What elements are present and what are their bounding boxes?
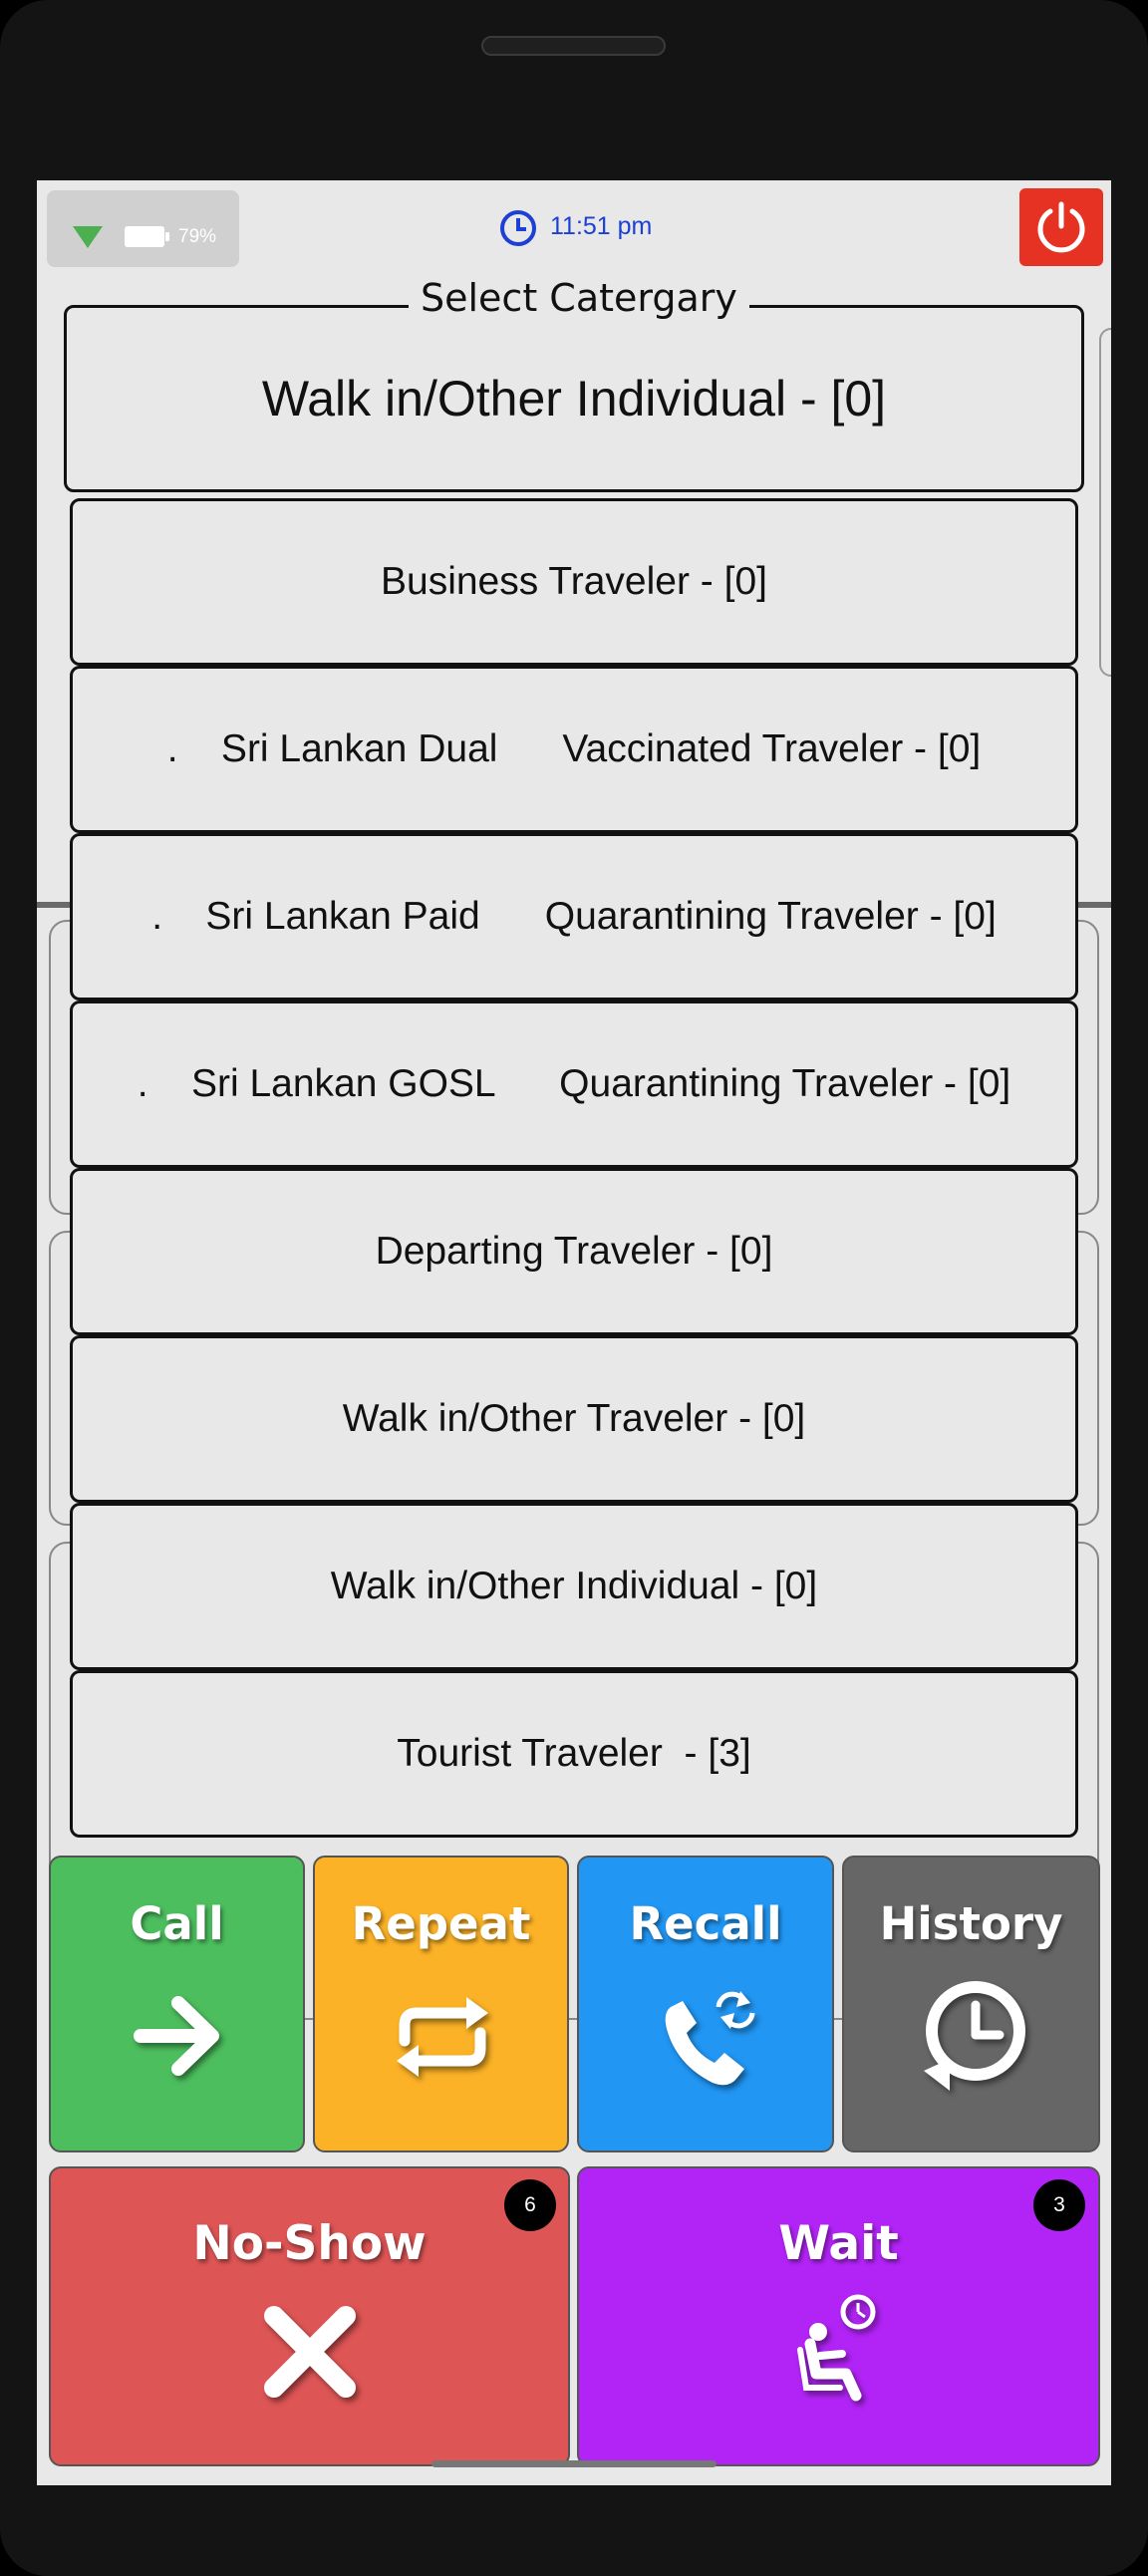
battery-percent: 79% bbox=[178, 226, 217, 247]
arrow-right-icon bbox=[134, 1996, 219, 2076]
app-screen: 79% 11:51 pm Walk in/Other Individual - … bbox=[37, 180, 1111, 2485]
category-option[interactable]: Departing Traveler - [0] bbox=[70, 1168, 1078, 1335]
speaker-grille bbox=[481, 36, 666, 56]
phone-refresh-icon bbox=[665, 1991, 755, 2086]
history-clock-icon bbox=[924, 1981, 1025, 2091]
category-select-value: Walk in/Other Individual - [0] bbox=[261, 371, 887, 427]
category-option[interactable]: Business Traveler - [0] bbox=[70, 498, 1078, 666]
category-option[interactable]: . Sri Lankan GOSL Quarantining Traveler … bbox=[70, 1001, 1078, 1168]
power-icon bbox=[1037, 201, 1085, 253]
category-option[interactable]: Walk in/Other Individual - [0] bbox=[70, 1503, 1078, 1670]
no-show-label: No-Show bbox=[192, 2216, 427, 2271]
call-button[interactable]: Call bbox=[49, 1856, 305, 2152]
no-show-button[interactable]: No-Show 6 bbox=[49, 2166, 570, 2466]
category-option[interactable]: Walk in/Other Traveler - [0] bbox=[70, 1335, 1078, 1503]
category-select-label: Select Catergary bbox=[409, 276, 749, 320]
repeat-icon bbox=[397, 1997, 488, 2077]
no-show-count-badge: 6 bbox=[504, 2179, 556, 2231]
recall-label: Recall bbox=[629, 1897, 782, 1950]
power-button[interactable] bbox=[1019, 188, 1103, 266]
category-option[interactable]: Tourist Traveler - [3] bbox=[70, 1670, 1078, 1838]
device-frame: 79% 11:51 pm Walk in/Other Individual - … bbox=[0, 0, 1148, 2576]
close-icon bbox=[264, 2306, 356, 2398]
call-label: Call bbox=[130, 1897, 224, 1950]
clock-icon bbox=[500, 210, 536, 246]
repeat-label: Repeat bbox=[351, 1897, 531, 1950]
wifi-icon bbox=[73, 226, 103, 248]
category-option[interactable]: . Sri Lankan Paid Quarantining Traveler … bbox=[70, 833, 1078, 1001]
wait-label: Wait bbox=[778, 2216, 899, 2271]
history-button[interactable]: History bbox=[842, 1856, 1100, 2152]
category-select[interactable]: Walk in/Other Individual - [0] bbox=[64, 305, 1084, 492]
device-status-chip: 79% bbox=[47, 190, 239, 267]
wait-button[interactable]: Wait 3 bbox=[577, 2166, 1100, 2466]
recall-button[interactable]: Recall bbox=[577, 1856, 834, 2152]
seated-wait-icon bbox=[797, 2294, 876, 2402]
battery-icon bbox=[125, 226, 169, 247]
history-label: History bbox=[879, 1897, 1063, 1950]
current-time: 11:51 pm bbox=[550, 212, 653, 240]
repeat-button[interactable]: Repeat bbox=[313, 1856, 569, 2152]
background-panel-edge bbox=[1099, 328, 1111, 677]
home-indicator bbox=[431, 2460, 717, 2467]
category-option[interactable]: . Sri Lankan Dual Vaccinated Traveler - … bbox=[70, 666, 1078, 833]
wait-count-badge: 3 bbox=[1033, 2179, 1085, 2231]
